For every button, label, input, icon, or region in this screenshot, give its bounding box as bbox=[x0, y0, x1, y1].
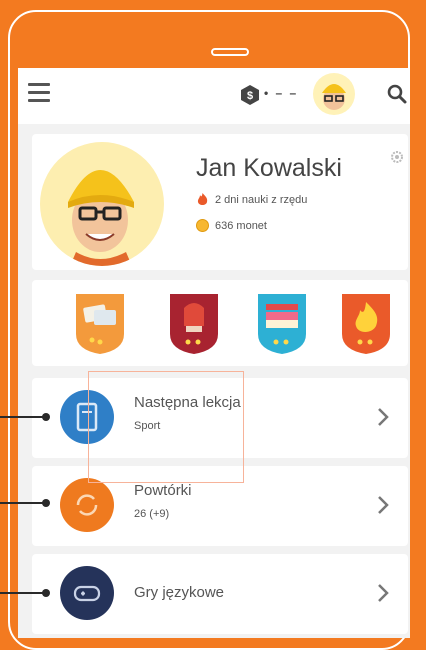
fire-badge-icon[interactable] bbox=[338, 290, 394, 356]
avatar[interactable] bbox=[313, 73, 355, 115]
badges-card bbox=[32, 280, 408, 366]
language-games-row[interactable]: Gry językowe bbox=[32, 554, 408, 634]
highlight-frame bbox=[88, 371, 244, 483]
chevron-right-icon bbox=[378, 496, 389, 514]
cards-badge-icon[interactable] bbox=[72, 290, 128, 356]
callout-dot bbox=[42, 413, 50, 421]
coin-count: • – – bbox=[264, 86, 299, 100]
row-title: Powtórki bbox=[134, 482, 192, 499]
gamepad-icon bbox=[60, 566, 114, 620]
profile-avatar bbox=[40, 142, 164, 266]
row-title: Gry językowe bbox=[134, 584, 225, 601]
profile-card: Jan Kowalski 2 dni nauki z rzędu 636 mon… bbox=[32, 134, 408, 270]
chevron-right-icon bbox=[378, 584, 389, 602]
app-screen: $ • – – Jan Kowalski 2 dni nauki z rzędu… bbox=[18, 68, 410, 638]
chevron-right-icon bbox=[378, 408, 389, 426]
callout-line bbox=[0, 416, 46, 418]
menu-icon[interactable] bbox=[28, 83, 50, 103]
callout-dot bbox=[42, 589, 50, 597]
cake-badge-icon[interactable] bbox=[254, 290, 310, 356]
speaker-slot bbox=[211, 48, 249, 56]
streak-stat: 2 dni nauki z rzędu bbox=[196, 192, 307, 207]
coin-icon bbox=[196, 219, 209, 232]
search-icon[interactable] bbox=[386, 83, 408, 105]
callout-dot bbox=[42, 499, 50, 507]
coin-hex-icon: $ bbox=[241, 85, 259, 105]
gear-icon[interactable] bbox=[390, 150, 404, 164]
profile-name: Jan Kowalski bbox=[196, 154, 342, 182]
glove-badge-icon[interactable] bbox=[166, 290, 222, 356]
coins-stat: 636 monet bbox=[196, 219, 267, 232]
streak-text: 2 dni nauki z rzędu bbox=[215, 193, 308, 206]
coins-text: 636 monet bbox=[215, 219, 267, 232]
flame-icon bbox=[197, 193, 208, 205]
callout-line bbox=[0, 502, 46, 504]
row-subtitle: 26 (+9) bbox=[134, 508, 170, 520]
refresh-icon bbox=[60, 478, 114, 532]
callout-line bbox=[0, 592, 46, 594]
top-bar: $ • – – bbox=[18, 68, 410, 124]
svg-text:$: $ bbox=[247, 90, 253, 102]
